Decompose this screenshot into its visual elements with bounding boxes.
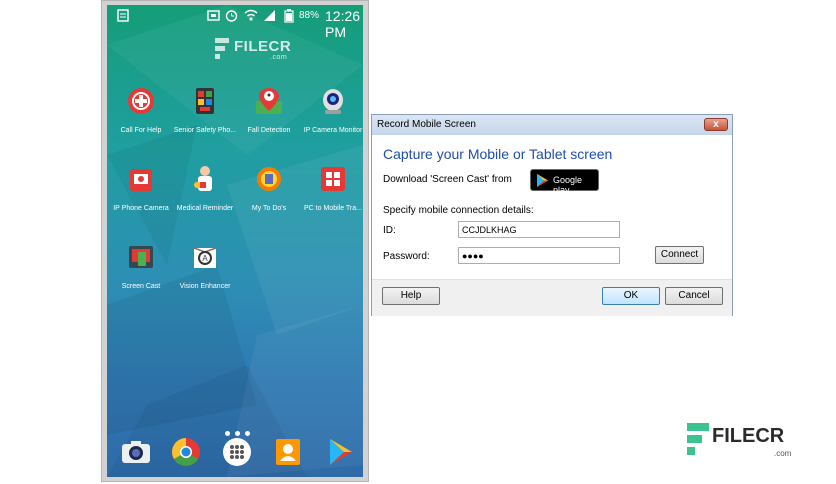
app-ip-camera-monitor[interactable]: IP Camera Monitor bbox=[301, 87, 363, 135]
app-label: Vision Enhancer bbox=[179, 283, 231, 290]
app-pc-to-mobile[interactable]: PC to Mobile Tra... bbox=[301, 165, 363, 213]
svg-text:A: A bbox=[202, 254, 208, 263]
app-my-to-dos[interactable]: My To Do's bbox=[237, 165, 301, 213]
google-play-icon bbox=[537, 174, 548, 187]
password-field[interactable]: ●●●● bbox=[458, 247, 620, 264]
app-senior-safety-phone[interactable]: Senior Safety Pho... bbox=[173, 87, 237, 135]
phone-frame: 88% 12:26 PM FILECR .com Call For Help S… bbox=[101, 0, 369, 482]
app-medical-reminder[interactable]: Medical Reminder bbox=[173, 165, 237, 213]
battery-icon bbox=[284, 9, 294, 23]
call-for-help-icon bbox=[128, 88, 154, 114]
connect-button[interactable]: Connect bbox=[655, 246, 704, 264]
id-field[interactable]: CCJDLKHAG bbox=[458, 221, 620, 238]
record-mobile-screen-dialog: Record Mobile Screen x Capture your Mobi… bbox=[371, 114, 733, 316]
phone-watermark-sub: .com bbox=[270, 54, 288, 61]
status-bar: 88% 12:26 PM bbox=[107, 5, 363, 40]
ip-camera-monitor-icon bbox=[323, 89, 343, 114]
apps-drawer-icon[interactable] bbox=[222, 437, 252, 467]
id-label: ID: bbox=[383, 225, 396, 236]
contacts-icon[interactable] bbox=[273, 437, 303, 467]
ip-phone-camera-icon bbox=[130, 169, 152, 191]
vision-enhancer-icon: A bbox=[193, 247, 217, 268]
screen-cast-status-icon bbox=[207, 10, 220, 21]
app-label: Medical Reminder bbox=[176, 205, 234, 212]
app-label: My To Do's bbox=[251, 205, 287, 212]
filecr-logo-icon bbox=[215, 38, 229, 59]
connection-details-label: Specify mobile connection details: bbox=[383, 205, 534, 216]
dialog-titlebar[interactable]: Record Mobile Screen x bbox=[372, 115, 732, 135]
pc-to-mobile-icon bbox=[321, 167, 345, 191]
watermark-sub: .com bbox=[774, 449, 792, 458]
ok-button[interactable]: OK bbox=[602, 287, 660, 305]
wallpaper-facets bbox=[107, 5, 363, 477]
cancel-button[interactable]: Cancel bbox=[665, 287, 723, 305]
close-icon: x bbox=[713, 119, 719, 130]
medical-reminder-icon bbox=[194, 166, 212, 191]
app-label: Senior Safety Pho... bbox=[173, 127, 237, 134]
notification-icon bbox=[117, 9, 129, 22]
status-clock: 12:26 PM bbox=[325, 8, 361, 40]
dialog-title: Record Mobile Screen bbox=[377, 119, 476, 130]
close-button[interactable]: x bbox=[704, 118, 728, 131]
google-play-label: Google play bbox=[553, 175, 583, 195]
password-label: Password: bbox=[383, 251, 430, 262]
app-ip-phone-camera[interactable]: IP Phone Camera bbox=[109, 165, 173, 213]
watermark-text: FILECR bbox=[712, 425, 785, 447]
fall-detection-icon bbox=[256, 88, 282, 114]
app-label: Fall Detection bbox=[247, 127, 291, 134]
screen-cast-icon bbox=[129, 246, 153, 268]
app-label: IP Camera Monitor bbox=[303, 127, 363, 134]
signal-icon bbox=[264, 10, 275, 21]
app-label: Screen Cast bbox=[121, 283, 161, 290]
google-play-badge[interactable]: Google play bbox=[530, 169, 599, 195]
battery-percent: 88% bbox=[299, 10, 320, 21]
help-button[interactable]: Help bbox=[382, 287, 440, 305]
dialog-heading: Capture your Mobile or Tablet screen bbox=[383, 146, 613, 162]
camera-icon[interactable] bbox=[121, 437, 151, 467]
phone-screen: 88% 12:26 PM FILECR .com Call For Help S… bbox=[107, 5, 363, 477]
play-store-icon[interactable] bbox=[325, 437, 355, 467]
chrome-icon[interactable] bbox=[171, 437, 201, 467]
app-label: Call For Help bbox=[120, 127, 162, 134]
app-fall-detection[interactable]: Fall Detection bbox=[237, 87, 301, 135]
phone-watermark-text: FILECR bbox=[234, 38, 292, 55]
alarm-icon bbox=[225, 10, 238, 22]
app-vision-enhancer[interactable]: A Vision Enhancer bbox=[173, 243, 237, 291]
app-label: IP Phone Camera bbox=[113, 205, 169, 212]
app-label: PC to Mobile Tra... bbox=[304, 205, 362, 212]
app-call-for-help[interactable]: Call For Help bbox=[109, 87, 173, 135]
senior-safety-phone-icon bbox=[196, 88, 214, 114]
filecr-watermark-icon bbox=[687, 423, 709, 455]
my-to-dos-icon bbox=[257, 167, 281, 191]
download-label: Download 'Screen Cast' from bbox=[383, 174, 512, 185]
wifi-icon bbox=[244, 9, 258, 21]
app-screen-cast[interactable]: Screen Cast bbox=[109, 243, 173, 291]
